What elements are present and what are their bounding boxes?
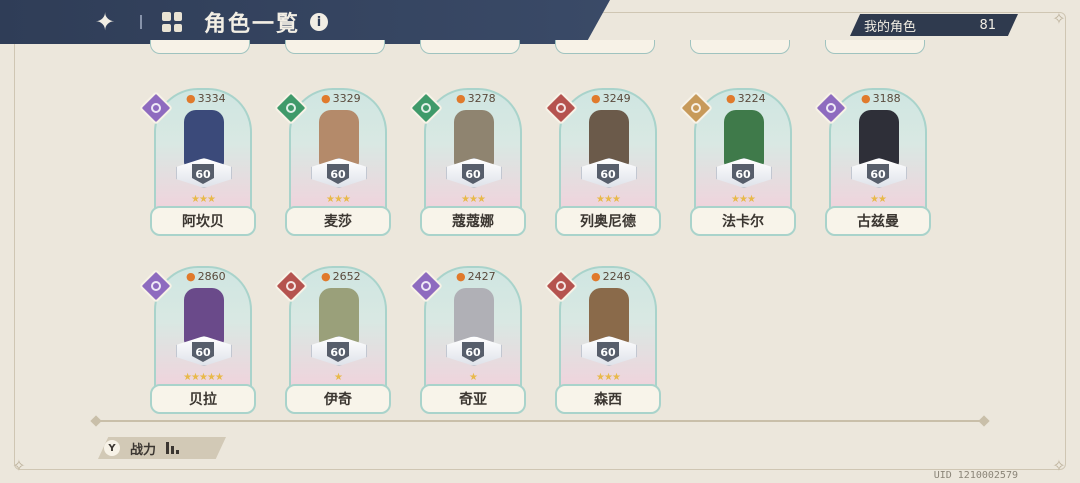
list-item[interactable] — [690, 40, 790, 54]
star-rating: ★ — [469, 372, 478, 383]
power-display: ● 2246 — [591, 270, 631, 283]
character-name: 列奥尼德 — [555, 206, 661, 236]
star-rating: ★★★ — [191, 194, 216, 205]
flame-icon: ● — [591, 92, 601, 105]
back-icon[interactable]: ✦ — [90, 7, 120, 37]
corner-ornament-icon: ✧ — [1052, 456, 1066, 475]
list-item[interactable] — [555, 40, 655, 54]
power-display: ● 3334 — [186, 92, 226, 105]
flame-icon: ● — [186, 270, 196, 283]
list-item[interactable] — [285, 40, 385, 54]
power-display: ● 3249 — [591, 92, 631, 105]
power-display: ● 2652 — [321, 270, 361, 283]
flame-icon: ● — [321, 270, 331, 283]
corner-ornament-icon: ✧ — [12, 456, 26, 475]
top-bar: ✦ 角色一覧 i — [0, 0, 610, 44]
flame-icon: ● — [861, 92, 871, 105]
flame-icon: ● — [456, 270, 466, 283]
character-card[interactable]: ● 3249 60 ★★★ 列奥尼德 — [544, 88, 661, 238]
sort-filter-button[interactable]: Y 战力 — [98, 437, 226, 459]
page-title: 角色一覧 — [204, 12, 301, 37]
sort-bars-icon — [166, 442, 180, 454]
character-card[interactable]: ● 3188 60 ★★ 古兹曼 — [814, 88, 931, 238]
power-value: 3188 — [872, 92, 901, 105]
power-value: 2860 — [197, 270, 226, 283]
corner-ornament-icon: ✧ — [1052, 9, 1066, 28]
power-display: ● 3188 — [861, 92, 901, 105]
character-name: 古兹曼 — [825, 206, 931, 236]
power-value: 3334 — [197, 92, 226, 105]
power-value: 2427 — [467, 270, 496, 283]
scrolled-row — [0, 40, 1080, 56]
list-item[interactable] — [420, 40, 520, 54]
star-rating: ★★★ — [326, 194, 351, 205]
character-name: 蔻蔻娜 — [420, 206, 526, 236]
power-value: 3224 — [737, 92, 766, 105]
grid-icon[interactable] — [162, 12, 182, 32]
character-name: 伊奇 — [285, 384, 391, 414]
character-card[interactable]: ● 2427 60 ★ 奇亚 — [409, 266, 526, 416]
power-value: 3278 — [467, 92, 496, 105]
list-item[interactable] — [825, 40, 925, 54]
character-name: 奇亚 — [420, 384, 526, 414]
my-characters-counter: 我的角色 81 — [850, 14, 1018, 36]
sort-label: 战力 — [130, 442, 157, 458]
flame-icon: ● — [186, 92, 196, 105]
star-rating: ★★ — [870, 194, 887, 205]
character-name: 阿坎贝 — [150, 206, 256, 236]
star-rating: ★ — [334, 372, 343, 383]
divider — [140, 15, 142, 29]
character-card[interactable]: ● 3334 60 ★★★ 阿坎贝 — [139, 88, 256, 238]
list-item[interactable] — [150, 40, 250, 54]
character-card[interactable]: ● 3278 60 ★★★ 蔻蔻娜 — [409, 88, 526, 238]
power-display: ● 3224 — [726, 92, 766, 105]
power-display: ● 2427 — [456, 270, 496, 283]
power-display: ● 3329 — [321, 92, 361, 105]
power-display: ● 2860 — [186, 270, 226, 283]
power-display: ● 3278 — [456, 92, 496, 105]
uid-text: UID 1210002579 — [933, 470, 1018, 481]
character-name: 法卡尔 — [690, 206, 796, 236]
character-card[interactable]: ● 2246 60 ★★★ 森西 — [544, 266, 661, 416]
info-icon[interactable]: i — [310, 13, 329, 31]
character-card[interactable]: ● 2652 60 ★ 伊奇 — [274, 266, 391, 416]
character-card[interactable]: ● 3224 60 ★★★ 法卡尔 — [679, 88, 796, 238]
flame-icon: ● — [591, 270, 601, 283]
power-value: 2652 — [332, 270, 361, 283]
flame-icon: ● — [456, 92, 466, 105]
divider — [96, 420, 984, 422]
character-name: 麦莎 — [285, 206, 391, 236]
filter-icon[interactable]: Y — [104, 440, 120, 456]
my-characters-count: 81 — [979, 17, 996, 33]
star-rating: ★★★★★ — [183, 372, 224, 383]
star-rating: ★★★ — [731, 194, 756, 205]
character-name: 森西 — [555, 384, 661, 414]
my-characters-label: 我的角色 — [864, 19, 917, 35]
power-value: 3249 — [602, 92, 631, 105]
star-rating: ★★★ — [461, 194, 486, 205]
star-rating: ★★★ — [596, 194, 621, 205]
character-name: 贝拉 — [150, 384, 256, 414]
flame-icon: ● — [321, 92, 331, 105]
character-card[interactable]: ● 2860 60 ★★★★★ 贝拉 — [139, 266, 256, 416]
character-card[interactable]: ● 3329 60 ★★★ 麦莎 — [274, 88, 391, 238]
power-value: 3329 — [332, 92, 361, 105]
power-value: 2246 — [602, 270, 631, 283]
flame-icon: ● — [726, 92, 736, 105]
star-rating: ★★★ — [596, 372, 621, 383]
